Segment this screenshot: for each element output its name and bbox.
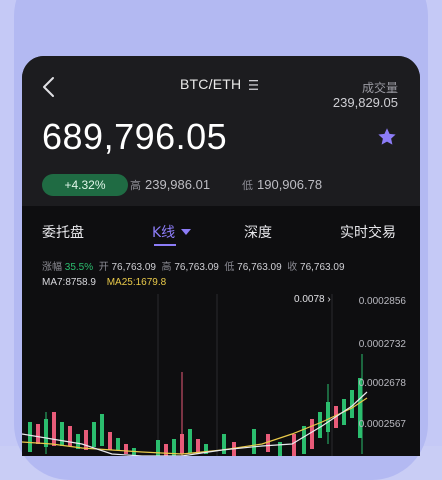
candle (92, 422, 96, 447)
high-label: 高 (130, 180, 141, 192)
caret-down-icon (181, 229, 192, 235)
candle (318, 412, 322, 438)
kline-chart[interactable] (22, 294, 420, 456)
candle (68, 426, 72, 446)
candle (188, 429, 192, 453)
moving-averages: MA7:8758.9 MA25:1679.8 (42, 277, 166, 288)
last-price: 689,796.05 (42, 116, 228, 157)
y-axis-label: 0.0002732 (358, 339, 406, 350)
app-screen: BTC/ETH 成交量 239,829.05 689,796.05 +4.32%… (22, 56, 420, 456)
high-24h: 高 239,986.01 (130, 177, 210, 193)
stat-close-label: 收 (287, 262, 298, 273)
ma7-value: MA7:8758.9 (42, 277, 96, 288)
change-badge: +4.32% (42, 174, 128, 196)
candle (278, 442, 282, 456)
high-value: 239,986.01 (145, 177, 211, 192)
background: BTC/ETH 成交量 239,829.05 689,796.05 +4.32%… (0, 0, 442, 480)
chevron-left-icon[interactable] (40, 76, 58, 98)
y-axis-label: 0.0002567 (358, 419, 406, 430)
stat-high-label: 高 (161, 262, 172, 273)
low-label: 低 (242, 180, 253, 192)
volume-value: 239,829.05 (332, 95, 398, 110)
candle (252, 429, 256, 454)
max-price-marker: 0.0078 › (294, 294, 331, 305)
candle (116, 438, 120, 450)
max-price-value: 0.0078 (294, 294, 325, 305)
candle (52, 412, 56, 446)
active-tab-indicator (154, 244, 176, 246)
candle (28, 422, 32, 452)
ma25-value: MA25:1679.8 (106, 277, 167, 288)
hamburger-icon[interactable] (248, 79, 260, 91)
candle (292, 434, 296, 456)
stat-change-value: 35.5% (64, 262, 94, 273)
view-tabs: 委托盘 K线 深度 实时交易 (22, 206, 420, 252)
tab-kline[interactable]: K线 (152, 222, 192, 242)
stat-open-value: 76,763.09 (111, 262, 156, 273)
tab-depth[interactable]: 深度 (244, 222, 272, 242)
ticker-header: BTC/ETH 成交量 239,829.05 689,796.05 +4.32%… (22, 56, 420, 206)
candle (108, 432, 112, 450)
candle (100, 414, 104, 446)
stat-open-label: 开 (98, 262, 109, 273)
low-value: 190,906.78 (257, 177, 323, 192)
trading-pair-title[interactable]: BTC/ETH (180, 76, 241, 92)
volume-label: 成交量 (361, 81, 398, 95)
tab-order-book[interactable]: 委托盘 (42, 222, 84, 242)
candle (84, 430, 88, 450)
candle (36, 424, 40, 444)
stat-low-label: 低 (224, 262, 235, 273)
candle (222, 434, 226, 454)
candle (60, 422, 64, 446)
candlesticks (28, 378, 362, 456)
tab-kline-label: K线 (152, 225, 176, 241)
candle-stats: 涨幅 35.5% 开 76,763.09 高 76,763.09 低 76,76… (42, 258, 345, 273)
y-axis-label: 0.0002856 (358, 296, 406, 307)
y-axis-label: 0.0002678 (358, 378, 406, 389)
tab-live-trades[interactable]: 实时交易 (340, 222, 396, 242)
stat-change-label: 涨幅 (42, 262, 62, 273)
candle (156, 440, 160, 456)
stat-close-value: 76,763.09 (300, 262, 345, 273)
stat-low-value: 76,763.09 (237, 262, 282, 273)
candle (310, 419, 314, 449)
stat-high-value: 76,763.09 (174, 262, 219, 273)
low-24h: 低 190,906.78 (242, 177, 322, 193)
star-icon[interactable] (376, 126, 398, 148)
